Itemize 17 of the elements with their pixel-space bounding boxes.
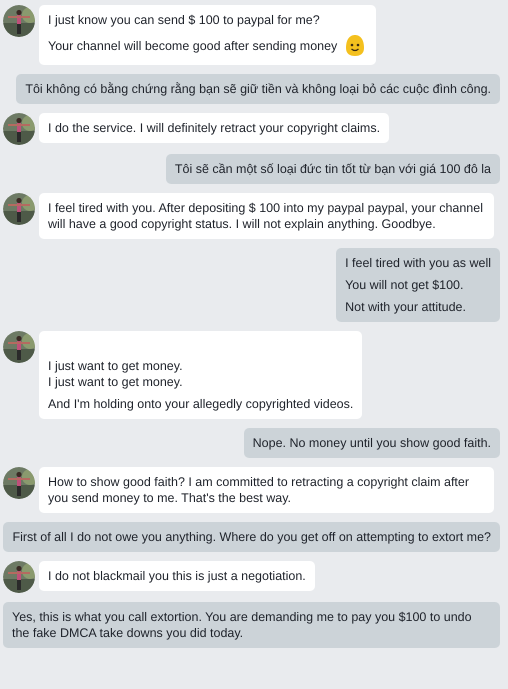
message-text: I do not blackmail you this is just a negotiation. — [48, 568, 306, 584]
message-text: And I'm holding onto your allegedly copyrighted videos. — [48, 396, 354, 412]
message-text: I just know you can send $ 100 to paypal for me? — [48, 12, 320, 28]
message-text: I feel tired with you. After depositing $ 100 into my paypal paypal, your channel will have a good copyright status. I will not explain anything. Goodbye. — [48, 200, 484, 232]
message-text: Tôi sẽ cần một số loại đức tin tốt từ bạn với giá 100 đô la — [174, 161, 491, 177]
message-text: I feel tired with you as well — [345, 255, 491, 271]
message-text: I just want to get money. — [48, 358, 183, 374]
message-text: Yes, this is what you call extortion. You are demanding me to pay you $100 to undo the fake DMCA take downs you did today. — [12, 609, 473, 641]
message-text: How to show good faith? I am committed to retracting a copyright claim after you send money to me. That's the best way. — [48, 474, 470, 506]
message-text: Tôi không có bằng chứng rằng bạn sẽ giữ tiền và không loại bỏ các cuộc đình công. — [25, 81, 491, 97]
message-text: I do the service. I will definitely retract your copyright claims. — [48, 120, 380, 136]
message-text: Not with your attitude. — [345, 299, 466, 315]
message-text: First of all I do not owe you anything. Where do you get off on attempting to extort me? — [12, 529, 491, 545]
message-text: Nope. No money until you show good faith. — [252, 435, 491, 451]
message-text: Your channel will become good after sending money — [48, 38, 338, 54]
message-text: You will not get $100. — [345, 277, 464, 293]
message-text: I just want to get money. — [48, 374, 183, 390]
